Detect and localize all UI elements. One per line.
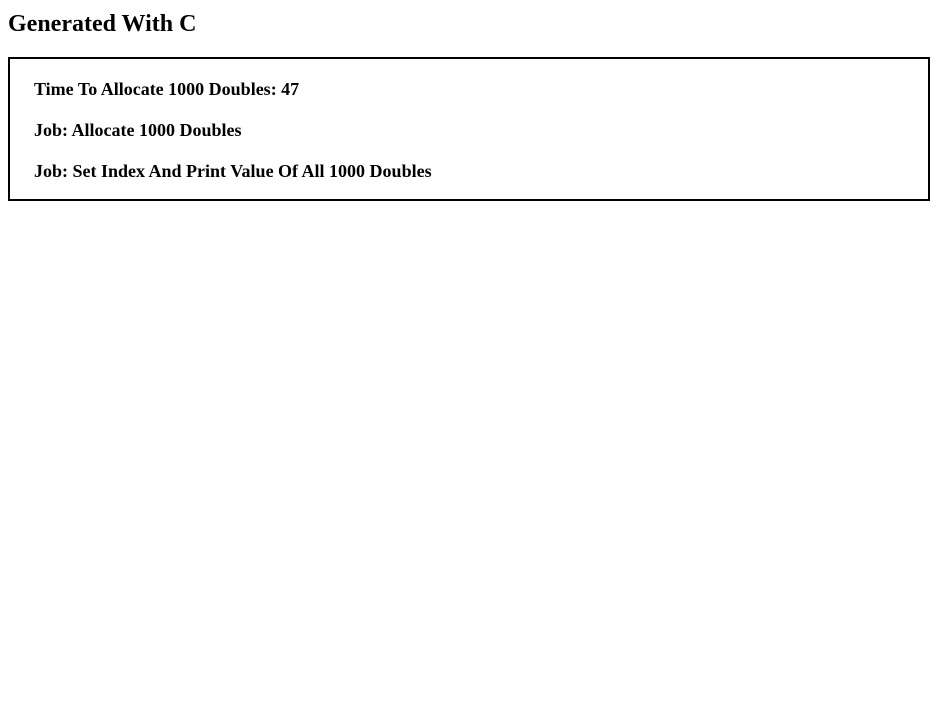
page: Generated With C Time To Allocate 1000 D… — [0, 0, 940, 717]
page-title: Generated With C — [8, 11, 197, 37]
info-box: Time To Allocate 1000 Doubles: 47 Job: A… — [8, 57, 930, 201]
allocation-time-line: Time To Allocate 1000 Doubles: 47 — [34, 79, 300, 99]
job-set-index-line: Job: Set Index And Print Value Of All 10… — [34, 161, 432, 181]
job-allocate-line: Job: Allocate 1000 Doubles — [34, 120, 242, 140]
